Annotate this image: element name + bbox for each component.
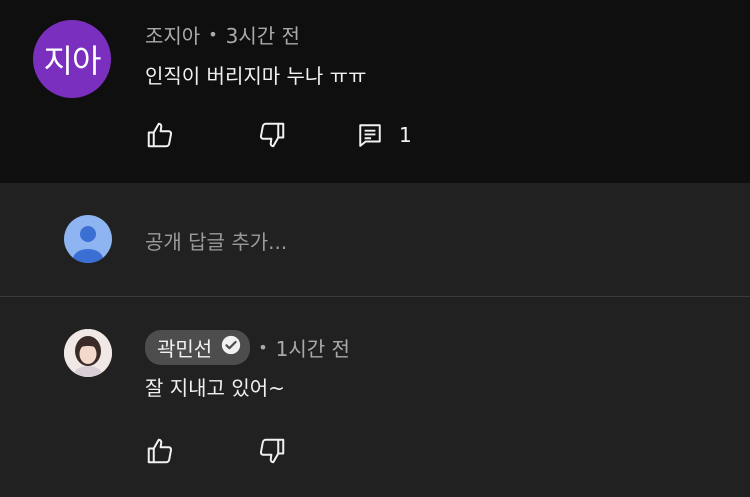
avatar[interactable]: 지아 [33, 20, 111, 98]
add-reply-row[interactable]: 공개 답글 추가... [0, 183, 750, 296]
reply-time[interactable]: 1시간 전 [276, 333, 350, 362]
comment-text: 인직이 버리지마 누나 ㅠㅠ [145, 64, 367, 88]
avatar[interactable] [64, 329, 112, 377]
thumbs-down-icon[interactable] [257, 436, 287, 466]
top-comment: 지아 조지아 • 3시간 전 인직이 버리지마 누나 ㅠㅠ 1 [0, 0, 750, 183]
reply-text: 잘 지내고 있어~ [145, 376, 285, 400]
comment-author[interactable]: 조지아 [145, 20, 200, 49]
reply-input[interactable]: 공개 답글 추가... [145, 226, 287, 255]
thumbs-down-icon[interactable] [257, 120, 287, 150]
thumbs-up-icon[interactable] [145, 120, 175, 150]
replies-panel: 공개 답글 추가... [0, 183, 750, 497]
comment-actions: 1 [145, 120, 412, 150]
avatar-initials: 지아 [43, 42, 102, 80]
thumbs-up-icon[interactable] [145, 436, 175, 466]
divider [0, 296, 750, 297]
comment-time[interactable]: 3시간 전 [226, 20, 300, 49]
meta-separator: • [258, 338, 268, 357]
comment-icon[interactable] [357, 122, 383, 148]
reply-author: 곽민선 [157, 337, 213, 361]
reply-count[interactable]: 1 [399, 123, 412, 147]
check-circle-icon [220, 334, 242, 361]
user-avatar [64, 215, 112, 263]
reply-actions [145, 436, 287, 466]
reply-meta: 곽민선 • 1시간 전 [145, 330, 350, 365]
comment-meta: 조지아 • 3시간 전 [145, 20, 300, 49]
owner-badge[interactable]: 곽민선 [145, 330, 251, 365]
meta-separator: • [208, 25, 218, 44]
